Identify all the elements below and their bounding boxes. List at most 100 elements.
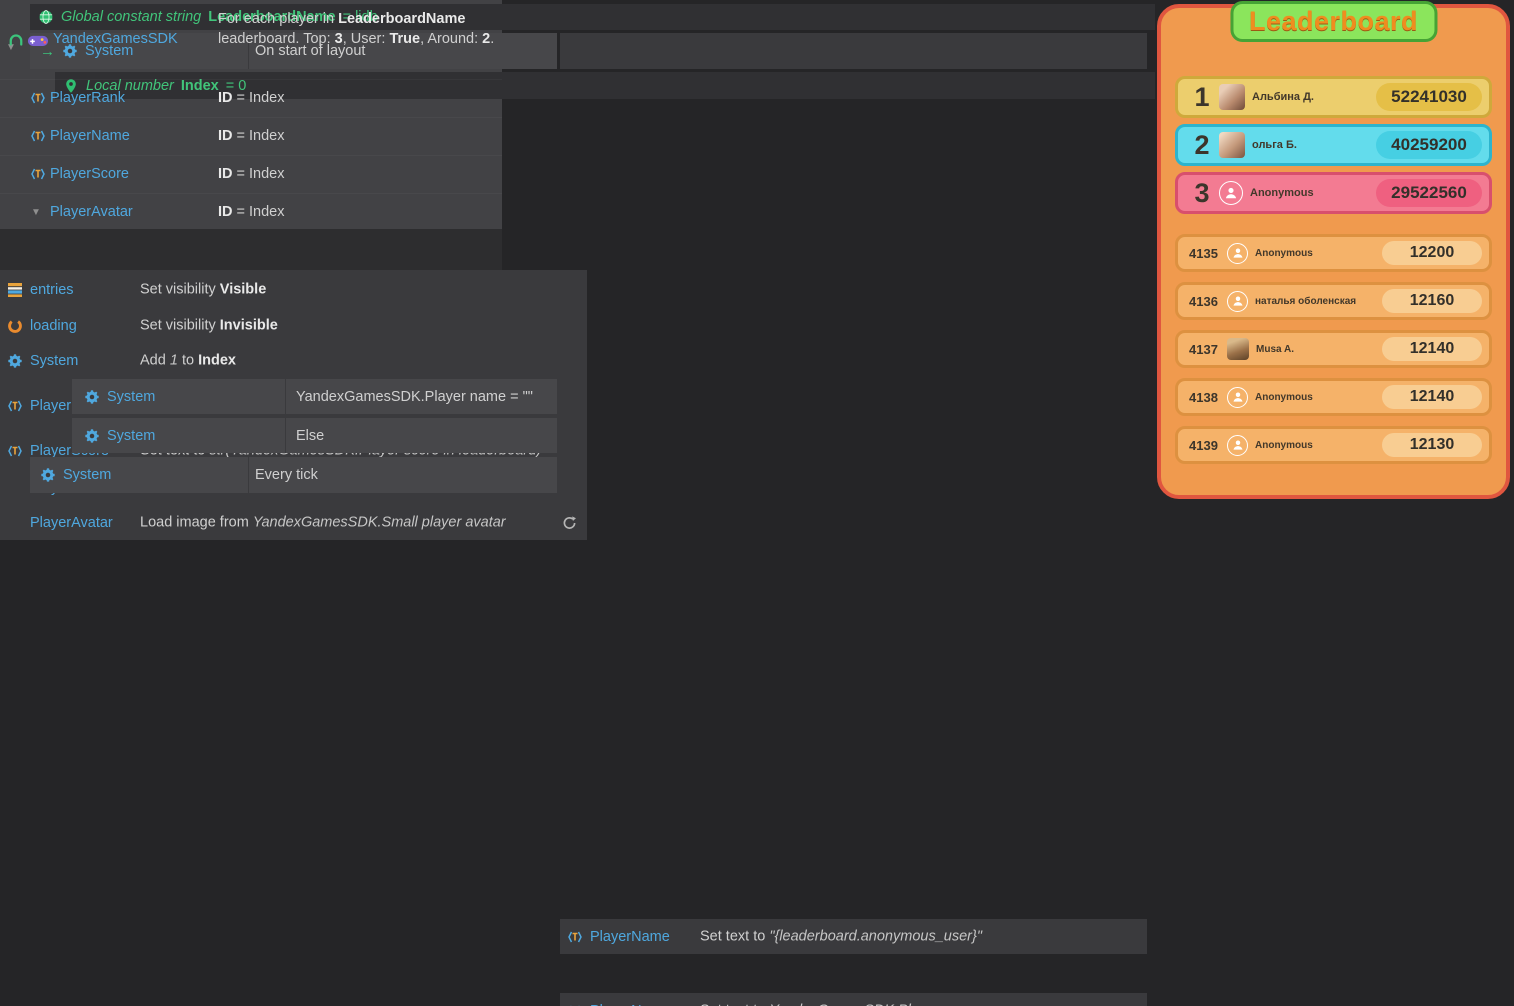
- object-name: PlayerRank: [50, 90, 125, 106]
- action-object: PlayerName: [590, 929, 670, 945]
- action-text: Set text to YandexGamesSDK.Player name: [700, 1001, 1136, 1006]
- score-badge: 12130: [1382, 433, 1482, 457]
- sub-event-condition-cell[interactable]: Else: [285, 418, 557, 453]
- condition-text: Else: [296, 428, 324, 444]
- score-badge: 12160: [1382, 289, 1482, 313]
- object-name: PlayerAvatar: [50, 204, 133, 220]
- rank: 3: [1185, 180, 1219, 207]
- action-row[interactable]: PlayerAvatar Load image from YandexGames…: [0, 506, 587, 540]
- gear-icon: [84, 428, 100, 444]
- sub-condition-row[interactable]: PlayerScore ID = Index: [0, 155, 502, 193]
- text-object-icon: [7, 443, 23, 459]
- rank: 4139: [1185, 438, 1227, 453]
- condition-text: ID = Index: [218, 90, 285, 106]
- action-row[interactable]: entries Set visibility Visible: [0, 272, 587, 308]
- player-name: Musa A.: [1256, 344, 1376, 355]
- action-text: Load image from YandexGamesSDK.Small pla…: [140, 514, 576, 533]
- score-badge: 29522560: [1376, 179, 1482, 207]
- rank: 1: [1185, 84, 1219, 111]
- player-name: ольга Б.: [1252, 139, 1370, 151]
- condition-text: Every tick: [248, 457, 557, 493]
- score-badge: 12140: [1382, 337, 1482, 361]
- tick-event-condition-cell[interactable]: System Every tick: [30, 457, 557, 493]
- leaderboard-row: 1 Альбина Д. 52241030: [1175, 76, 1492, 118]
- leaderboard-row: 4136 наталья оболенская 12160: [1175, 282, 1492, 320]
- action-text: Set text to "{leaderboard.anonymous_user…: [700, 927, 1136, 946]
- leaderboard-rows: 1 Альбина Д. 52241030 2 ольга Б. 4025920…: [1175, 76, 1492, 474]
- score-badge: 40259200: [1376, 131, 1482, 159]
- text-object-icon: [567, 929, 583, 945]
- condition-text: For each player in LeaderboardName leade…: [218, 9, 498, 49]
- object-name: YandexGamesSDK: [53, 31, 178, 47]
- start-event-actions-cell[interactable]: [560, 33, 1147, 69]
- action-object: PlayerAvatar: [30, 515, 113, 531]
- sub-event-action-cell[interactable]: PlayerName Set text to YandexGamesSDK.Pl…: [560, 993, 1147, 1006]
- anonymous-avatar-icon: [1219, 181, 1243, 205]
- leaderboard-panel: Leaderboard 1 Альбина Д. 52241030 2 ольг…: [1157, 4, 1510, 499]
- object-name: PlayerName: [50, 128, 130, 144]
- player-name: Anonymous: [1255, 440, 1376, 451]
- player-name: Anonymous: [1255, 392, 1376, 403]
- action-row[interactable]: System Add 1 to Index: [0, 343, 587, 379]
- player-name: Альбина Д.: [1252, 91, 1370, 103]
- action-text: Set visibility Invisible: [140, 316, 576, 335]
- text-object-icon: [30, 128, 46, 144]
- loading-spinner-icon: [7, 318, 23, 334]
- object-name: System: [107, 428, 155, 444]
- player-name: наталья оболенская: [1255, 296, 1376, 307]
- anonymous-avatar-icon: [1227, 243, 1248, 264]
- sub-event-condition-cell[interactable]: YandexGamesSDK.Player name = "": [285, 379, 557, 414]
- text-object-icon: [30, 166, 46, 182]
- leaderboard-row: 4137 Musa A. 12140: [1175, 330, 1492, 368]
- rows-gap: [1175, 220, 1492, 234]
- foreach-block-tail: [0, 229, 502, 270]
- rank: 2: [1185, 132, 1219, 159]
- score-badge: 52241030: [1376, 83, 1482, 111]
- leaderboard-row: 4135 Anonymous 12200: [1175, 234, 1492, 272]
- sub-condition-row[interactable]: PlayerAvatar ID = Index: [0, 193, 502, 231]
- sub-condition-row[interactable]: PlayerRank ID = Index: [0, 79, 502, 117]
- score-badge: 12140: [1382, 385, 1482, 409]
- leaderboard-row: 2 ольга Б. 40259200: [1175, 124, 1492, 166]
- condition-text: ID = Index: [218, 166, 285, 182]
- condition-text: ID = Index: [218, 128, 285, 144]
- action-object: entries: [30, 282, 74, 298]
- anonymous-avatar-icon: [1227, 435, 1248, 456]
- gear-icon: [40, 467, 56, 483]
- text-object-icon: [7, 398, 23, 414]
- sub-event-object-cell[interactable]: System: [72, 418, 285, 453]
- text-object-icon: [30, 90, 46, 106]
- object-name: System: [107, 389, 155, 405]
- player-avatar: [1219, 84, 1245, 110]
- leaderboard-row: 4138 Anonymous 12140: [1175, 378, 1492, 416]
- object-name: System: [63, 467, 111, 483]
- action-text: Set visibility Visible: [140, 281, 576, 300]
- player-name: Anonymous: [1255, 248, 1376, 259]
- foreach-condition-block[interactable]: YandexGamesSDK For each player in Leader…: [0, 0, 502, 229]
- condition-text: YandexGamesSDK.Player name = "": [296, 389, 533, 405]
- action-object: System: [30, 353, 78, 369]
- condition-text: ID = Index: [218, 204, 285, 220]
- anonymous-avatar-icon: [1227, 387, 1248, 408]
- sub-event-object-cell[interactable]: System: [72, 379, 285, 414]
- player-avatar: [1219, 132, 1245, 158]
- leaderboard-row: 3 Anonymous 29522560: [1175, 172, 1492, 214]
- sub-condition-row[interactable]: PlayerName ID = Index: [0, 117, 502, 155]
- action-row[interactable]: loading Set visibility Invisible: [0, 308, 587, 343]
- score-badge: 12200: [1382, 241, 1482, 265]
- rank: 4138: [1185, 390, 1227, 405]
- action-object: PlayerName: [590, 1003, 670, 1006]
- text-object-icon: [567, 1003, 583, 1006]
- sub-event-action-cell[interactable]: PlayerName Set text to "{leaderboard.ano…: [560, 919, 1147, 954]
- object-name: PlayerScore: [50, 166, 129, 182]
- action-text: Add 1 to Index: [140, 352, 576, 371]
- foreach-main-condition[interactable]: YandexGamesSDK For each player in Leader…: [0, 0, 502, 79]
- rank: 4135: [1185, 246, 1227, 261]
- player-avatar: [1227, 338, 1249, 360]
- rank: 4136: [1185, 294, 1227, 309]
- for-each-loop-icon: [7, 31, 25, 49]
- leaderboard-title: Leaderboard: [1230, 1, 1437, 42]
- gear-icon: [7, 353, 23, 369]
- leaderboard-row: 4139 Anonymous 12130: [1175, 426, 1492, 464]
- player-name: Anonymous: [1250, 187, 1370, 199]
